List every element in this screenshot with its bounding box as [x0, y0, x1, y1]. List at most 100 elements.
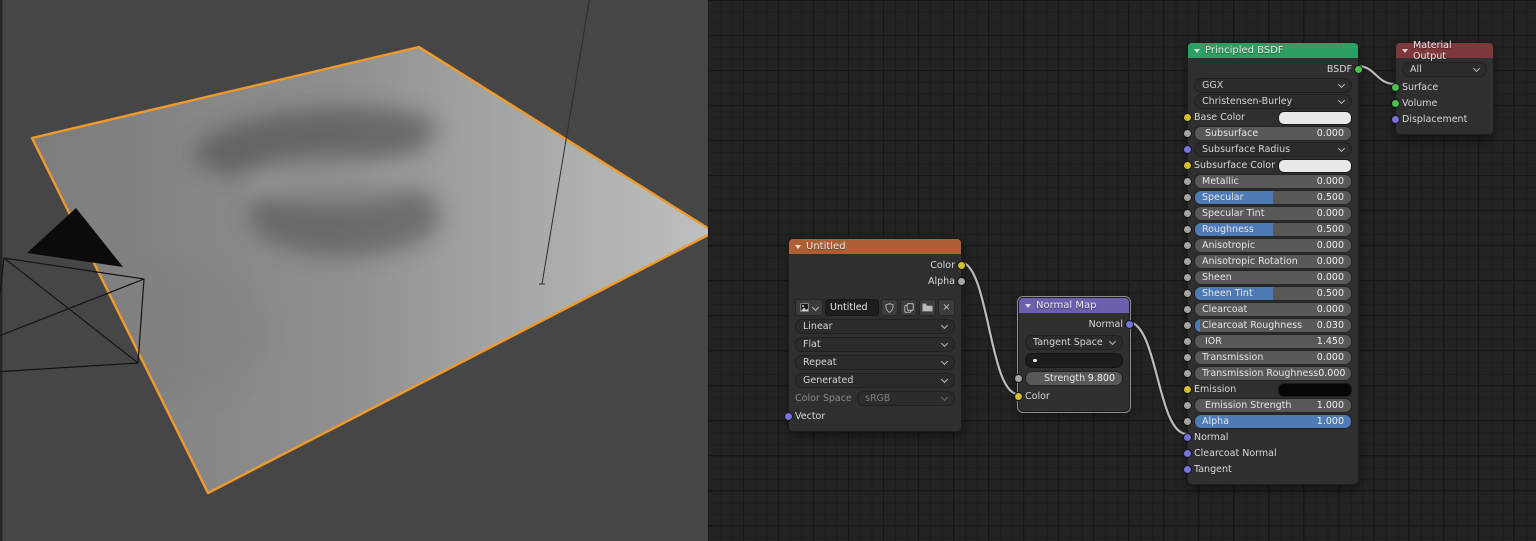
param-subsurface[interactable]: Subsurface0.000 — [1194, 127, 1352, 140]
subsurface-color-swatch[interactable] — [1278, 159, 1352, 173]
param-normal[interactable]: Normal — [1194, 431, 1352, 444]
specular-input-socket[interactable] — [1183, 193, 1192, 202]
param-transmission-roughness[interactable]: Transmission Roughness0.000 — [1194, 367, 1352, 380]
param-sheen-tint[interactable]: Sheen Tint0.500 — [1194, 287, 1352, 300]
param-transmission[interactable]: Transmission0.000 — [1194, 351, 1352, 364]
subsurface-method-dropdown[interactable]: Christensen-Burley — [1194, 94, 1352, 109]
anisotropic-rotation-input-socket[interactable] — [1183, 257, 1192, 266]
emission-swatch[interactable] — [1278, 383, 1352, 397]
sheen-tint-slider[interactable]: Sheen Tint0.500 — [1194, 286, 1352, 301]
specular-tint-slider[interactable]: Specular Tint0.000 — [1194, 206, 1352, 221]
image-name-field[interactable]: Untitled — [825, 299, 879, 316]
alpha-input-socket[interactable] — [1183, 417, 1192, 426]
transmission-roughness-slider[interactable]: Transmission Roughness0.000 — [1194, 366, 1352, 381]
param-alpha[interactable]: Alpha1.000 — [1194, 415, 1352, 428]
new-image-button[interactable] — [900, 299, 917, 316]
emission-strength-slider[interactable]: Emission Strength1.000 — [1194, 398, 1352, 413]
anisotropic-input-socket[interactable] — [1183, 241, 1192, 250]
open-image-button[interactable] — [919, 299, 936, 316]
clearcoat-slider[interactable]: Clearcoat0.000 — [1194, 302, 1352, 317]
collapse-icon[interactable] — [1025, 304, 1031, 308]
param-anisotropic-rotation[interactable]: Anisotropic Rotation0.000 — [1194, 255, 1352, 268]
vector-input-socket[interactable] — [784, 412, 793, 421]
normal-input-socket[interactable] — [1183, 433, 1192, 442]
roughness-slider[interactable]: Roughness0.500 — [1194, 222, 1352, 237]
alpha-slider[interactable]: Alpha1.000 — [1194, 414, 1352, 429]
subsurface-radius-input-socket[interactable] — [1183, 145, 1192, 154]
sheen-tint-input-socket[interactable] — [1183, 289, 1192, 298]
clearcoat-roughness-input-socket[interactable] — [1183, 321, 1192, 330]
3d-viewport[interactable] — [0, 0, 708, 541]
strength-slider[interactable]: Strength 9.800 — [1025, 371, 1123, 386]
param-subsurface-color[interactable]: Subsurface Color — [1194, 159, 1352, 172]
color-output-socket[interactable] — [957, 261, 966, 270]
node-principled-bsdf[interactable]: Principled BSDF BSDF GGX Christensen-Bur… — [1187, 42, 1359, 485]
link-normal[interactable] — [1128, 322, 1187, 434]
param-emission-strength[interactable]: Emission Strength1.000 — [1194, 399, 1352, 412]
space-dropdown[interactable]: Tangent Space — [1025, 335, 1123, 350]
node-image-texture-header[interactable]: Untitled — [789, 239, 961, 254]
projection-dropdown[interactable]: Flat — [795, 337, 955, 352]
subsurface-color-input-socket[interactable] — [1183, 161, 1192, 170]
color-input-socket[interactable] — [1014, 392, 1023, 401]
collapse-icon[interactable] — [795, 245, 801, 249]
collapse-icon[interactable] — [1194, 49, 1200, 53]
subsurface-radius-dropdown[interactable]: Subsurface Radius — [1194, 142, 1352, 157]
specular-slider[interactable]: Specular0.500 — [1194, 190, 1352, 205]
emission-input-socket[interactable] — [1183, 385, 1192, 394]
param-specular[interactable]: Specular0.500 — [1194, 191, 1352, 204]
clearcoat-roughness-slider[interactable]: Clearcoat Roughness0.030 — [1194, 318, 1352, 333]
collapse-icon[interactable] — [1402, 49, 1408, 53]
roughness-input-socket[interactable] — [1183, 225, 1192, 234]
transmission-roughness-input-socket[interactable] — [1183, 369, 1192, 378]
clearcoat-normal-input-socket[interactable] — [1183, 449, 1192, 458]
subsurface-input-socket[interactable] — [1183, 129, 1192, 138]
param-clearcoat-normal[interactable]: Clearcoat Normal — [1194, 447, 1352, 460]
clearcoat-input-socket[interactable] — [1183, 305, 1192, 314]
anisotropic-rotation-slider[interactable]: Anisotropic Rotation0.000 — [1194, 254, 1352, 269]
source-dropdown[interactable]: Generated — [795, 373, 955, 388]
color-space-dropdown[interactable]: sRGB — [857, 391, 955, 406]
alpha-output-socket[interactable] — [957, 277, 966, 286]
target-dropdown[interactable]: All — [1402, 62, 1487, 77]
param-sheen[interactable]: Sheen0.000 — [1194, 271, 1352, 284]
metallic-slider[interactable]: Metallic0.000 — [1194, 174, 1352, 189]
node-normal-map-header[interactable]: Normal Map — [1019, 298, 1129, 313]
normal-output-socket[interactable] — [1125, 320, 1134, 329]
volume-input-socket[interactable] — [1391, 99, 1400, 108]
surface-input-socket[interactable] — [1391, 83, 1400, 92]
transmission-slider[interactable]: Transmission0.000 — [1194, 350, 1352, 365]
param-ior[interactable]: IOR1.450 — [1194, 335, 1352, 348]
node-normal-map[interactable]: Normal Map Normal Tangent Space — [1018, 297, 1130, 412]
sheen-slider[interactable]: Sheen0.000 — [1194, 270, 1352, 285]
param-roughness[interactable]: Roughness0.500 — [1194, 223, 1352, 236]
unlink-button[interactable]: × — [938, 299, 955, 316]
ior-input-socket[interactable] — [1183, 337, 1192, 346]
param-clearcoat[interactable]: Clearcoat0.000 — [1194, 303, 1352, 316]
sheen-input-socket[interactable] — [1183, 273, 1192, 282]
image-browse-button[interactable] — [795, 299, 823, 316]
uv-map-field[interactable] — [1025, 353, 1123, 368]
base-color-input-socket[interactable] — [1183, 113, 1192, 122]
anisotropic-slider[interactable]: Anisotropic0.000 — [1194, 238, 1352, 253]
node-material-output-header[interactable]: Material Output — [1396, 43, 1493, 58]
param-clearcoat-roughness[interactable]: Clearcoat Roughness0.030 — [1194, 319, 1352, 332]
emission-strength-input-socket[interactable] — [1183, 401, 1192, 410]
metallic-input-socket[interactable] — [1183, 177, 1192, 186]
param-specular-tint[interactable]: Specular Tint0.000 — [1194, 207, 1352, 220]
base-color-swatch[interactable] — [1278, 111, 1352, 125]
link-color[interactable] — [960, 262, 1018, 394]
subsurface-slider[interactable]: Subsurface0.000 — [1194, 126, 1352, 141]
node-image-texture[interactable]: Untitled Color Alpha — [788, 238, 962, 432]
transmission-input-socket[interactable] — [1183, 353, 1192, 362]
shader-node-editor[interactable]: Untitled Color Alpha — [708, 0, 1536, 541]
param-metallic[interactable]: Metallic0.000 — [1194, 175, 1352, 188]
node-principled-bsdf-header[interactable]: Principled BSDF — [1188, 43, 1358, 58]
node-material-output[interactable]: Material Output All Surface Volume — [1395, 42, 1494, 135]
ior-slider[interactable]: IOR1.450 — [1194, 334, 1352, 349]
interpolation-dropdown[interactable]: Linear — [795, 319, 955, 334]
strength-input-socket[interactable] — [1014, 374, 1023, 383]
param-emission[interactable]: Emission — [1194, 383, 1352, 396]
bsdf-output-socket[interactable] — [1354, 65, 1363, 74]
extension-dropdown[interactable]: Repeat — [795, 355, 955, 370]
